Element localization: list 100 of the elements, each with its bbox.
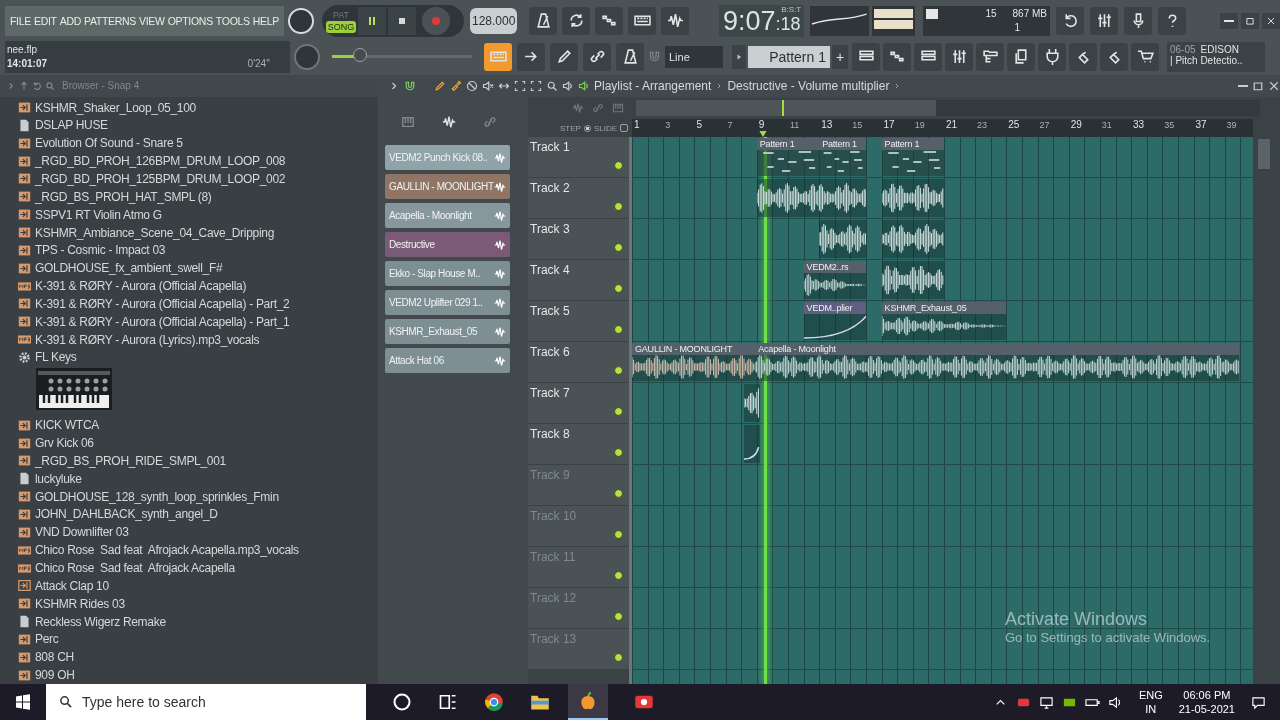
track-header[interactable]: Track 5 bbox=[528, 301, 629, 342]
channel-item[interactable]: GAULLIN - MOONLIGHT bbox=[385, 174, 510, 199]
browser-item[interactable]: SSPV1 RT Violin Atmo G bbox=[18, 205, 378, 224]
cart-button[interactable] bbox=[1131, 42, 1159, 71]
browser-item[interactable]: KSHMR Rides 03 bbox=[18, 594, 378, 613]
song-overview-scrollbar[interactable] bbox=[636, 100, 1260, 116]
track-enable-button[interactable] bbox=[614, 489, 623, 498]
pencil-button[interactable] bbox=[550, 42, 578, 71]
browser-item[interactable]: VND Downlifter 03 bbox=[18, 523, 378, 542]
track-header[interactable]: Track 1 bbox=[528, 137, 629, 178]
browser-item[interactable]: KSHMR_Shaker_Loop_05_100 bbox=[18, 98, 378, 117]
taskbar-time[interactable]: 06:06 PM bbox=[1183, 688, 1231, 702]
audio-clip[interactable] bbox=[881, 179, 944, 217]
browser-item[interactable]: FL Keys bbox=[18, 348, 378, 367]
select-icon[interactable] bbox=[514, 80, 526, 92]
browser-item[interactable]: Reckless Wigerz Remake bbox=[18, 612, 378, 631]
folder-tree-button[interactable] bbox=[976, 42, 1004, 71]
browser-item[interactable]: KICK WTCA bbox=[18, 416, 378, 435]
sliders-button[interactable] bbox=[1090, 6, 1118, 35]
record-button[interactable] bbox=[422, 6, 450, 35]
browser-item[interactable]: _RGD_BS_PROH_RIDE_SMPL_001 bbox=[18, 452, 378, 470]
pattern-clip[interactable]: Pattern 1 bbox=[881, 138, 944, 176]
audio-clip[interactable]: Acapella - Moonlight bbox=[755, 343, 1239, 381]
menu-item[interactable]: EDIT bbox=[33, 14, 58, 27]
track-header[interactable]: Track 2 bbox=[528, 178, 629, 219]
brush-icon[interactable] bbox=[450, 80, 462, 92]
track-enable-button[interactable] bbox=[614, 366, 623, 375]
pattern-clip[interactable]: Pattern 1 bbox=[756, 138, 820, 176]
help-button[interactable] bbox=[1158, 6, 1186, 35]
undo-button[interactable] bbox=[1056, 6, 1084, 35]
timeline-ruler[interactable]: 1 3 5 7 9 11 13 15 17 19 21 23 25 27 29 31 33 35 37 39 bbox=[632, 119, 1253, 137]
audio-clip[interactable]: VEDM2..rs bbox=[803, 261, 866, 299]
add-pattern-button[interactable]: + bbox=[832, 44, 848, 69]
browser-item[interactable]: K-391 & RØRY - Aurora (Official Acapella) - Part_1 bbox=[18, 312, 378, 331]
automation-clip[interactable]: VEDM..plier bbox=[803, 302, 866, 340]
pencil-icon[interactable] bbox=[434, 80, 446, 92]
menu-item[interactable]: TOOLS bbox=[214, 14, 251, 27]
audio-clip[interactable]: KSHMR_Exhaust_05 bbox=[881, 302, 1007, 340]
browser-item[interactable]: _RGD_BS_PROH_HAT_SMPL (8) bbox=[18, 187, 378, 206]
ban-icon[interactable] bbox=[466, 80, 478, 92]
keyboard-button[interactable] bbox=[628, 6, 657, 35]
menu-item[interactable]: PATTERNS bbox=[83, 14, 138, 27]
maximize-icon[interactable] bbox=[1252, 80, 1264, 92]
pitch-knob[interactable] bbox=[294, 43, 320, 70]
track-enable-button[interactable] bbox=[614, 571, 623, 580]
track-header[interactable]: Track 3 bbox=[528, 219, 629, 260]
browser-item[interactable]: _RGD_BD_PROH_125BPM_DRUM_LOOP_002 bbox=[18, 170, 378, 188]
piano-icon[interactable] bbox=[401, 115, 416, 129]
browser-item[interactable]: 808 CH bbox=[18, 648, 378, 667]
track-enable-button[interactable] bbox=[614, 202, 623, 211]
step-radio[interactable] bbox=[583, 124, 591, 132]
automation-clip[interactable] bbox=[744, 425, 760, 463]
loop-button[interactable] bbox=[562, 6, 591, 35]
speaker-icon[interactable] bbox=[1107, 694, 1123, 710]
browser-item[interactable]: K-391 & RØRY - Aurora (Official Acapella) bbox=[18, 277, 378, 295]
browser-item[interactable]: Grv Kick 06 bbox=[18, 434, 378, 453]
browser-item[interactable]: DSLAP HUSE bbox=[18, 116, 378, 135]
browser-icon[interactable] bbox=[484, 692, 504, 712]
browser-item[interactable]: Evolution Of Sound - Snare 5 bbox=[18, 134, 378, 153]
play-button[interactable] bbox=[358, 6, 386, 35]
link-button[interactable] bbox=[583, 42, 611, 71]
step-button[interactable] bbox=[595, 6, 624, 35]
monitor-icon[interactable] bbox=[1038, 694, 1054, 710]
browser-item[interactable]: 909 OH bbox=[18, 666, 378, 684]
keyboard-button[interactable] bbox=[484, 42, 512, 71]
circle-icon[interactable] bbox=[392, 692, 412, 712]
browser-item[interactable]: GOLDHOUSE_fx_ambient_swell_F# bbox=[18, 259, 378, 278]
browser-item[interactable]: Perc bbox=[18, 630, 378, 649]
task-view-icon[interactable] bbox=[438, 692, 458, 712]
magnet-icon[interactable] bbox=[404, 80, 416, 92]
menu-item[interactable]: HELP bbox=[251, 14, 280, 27]
copy-button[interactable] bbox=[1007, 42, 1035, 71]
tempo-field[interactable]: 128.000 bbox=[470, 7, 518, 34]
track-enable-button[interactable] bbox=[614, 448, 623, 457]
track-enable-button[interactable] bbox=[614, 530, 623, 539]
close-icon[interactable] bbox=[1268, 80, 1280, 92]
metronome-button[interactable] bbox=[529, 6, 558, 35]
list-button[interactable] bbox=[852, 42, 880, 71]
up-arrow-icon[interactable] bbox=[19, 80, 29, 91]
plug-button[interactable] bbox=[1038, 42, 1066, 71]
track-enable-button[interactable] bbox=[614, 653, 623, 662]
search-icon[interactable] bbox=[45, 80, 55, 91]
browser-item[interactable]: luckyluke bbox=[18, 469, 378, 488]
mute-icon[interactable] bbox=[482, 80, 494, 92]
link-icon[interactable] bbox=[482, 115, 497, 129]
track-enable-button[interactable] bbox=[614, 612, 623, 621]
audio-clip[interactable] bbox=[881, 261, 944, 299]
select-icon[interactable] bbox=[530, 80, 542, 92]
pattern-menu-button[interactable] bbox=[732, 44, 746, 69]
browser-item[interactable]: Attack Clap 10 bbox=[18, 576, 378, 595]
track-header[interactable]: Track 8 bbox=[528, 424, 629, 465]
minimize-button[interactable] bbox=[1220, 12, 1238, 29]
track-header[interactable]: Track 4 bbox=[528, 260, 629, 301]
mode-toggle[interactable]: SONG bbox=[326, 20, 356, 33]
track-enable-button[interactable] bbox=[614, 243, 623, 252]
channel-item[interactable]: Destructive bbox=[385, 232, 510, 257]
region-label[interactable]: IN bbox=[1145, 702, 1157, 716]
sliders-button[interactable] bbox=[945, 42, 973, 71]
browser-item[interactable]: TPS - Cosmic - Impact 03 bbox=[18, 241, 378, 260]
browser-item[interactable]: GOLDHOUSE_128_synth_loop_sprinkles_Fmin bbox=[18, 487, 378, 506]
